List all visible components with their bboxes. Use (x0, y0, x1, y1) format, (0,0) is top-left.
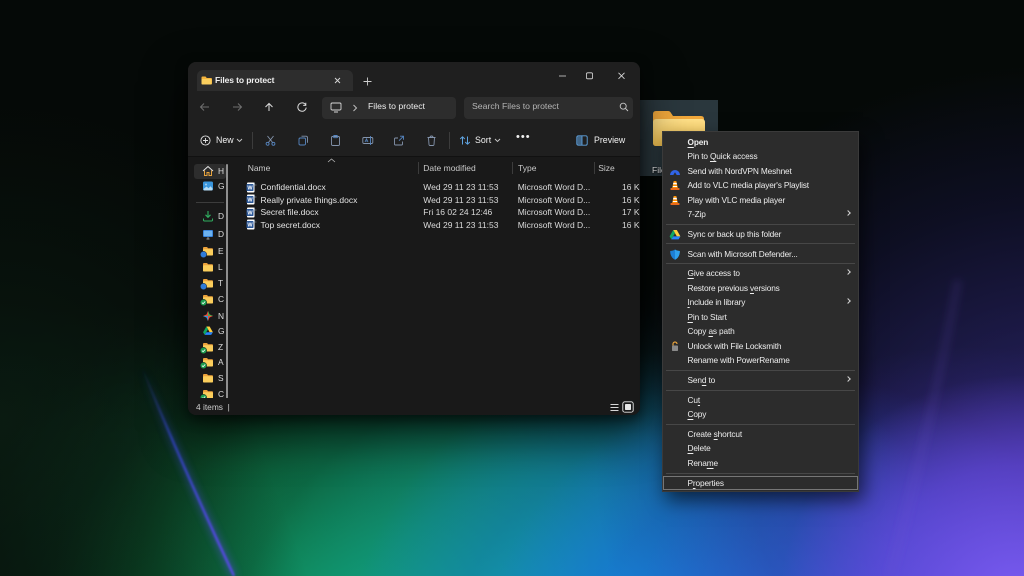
svg-text:W: W (247, 223, 253, 229)
svg-text:W: W (247, 185, 253, 191)
svg-text:W: W (247, 210, 253, 216)
svg-text:W: W (247, 198, 253, 204)
